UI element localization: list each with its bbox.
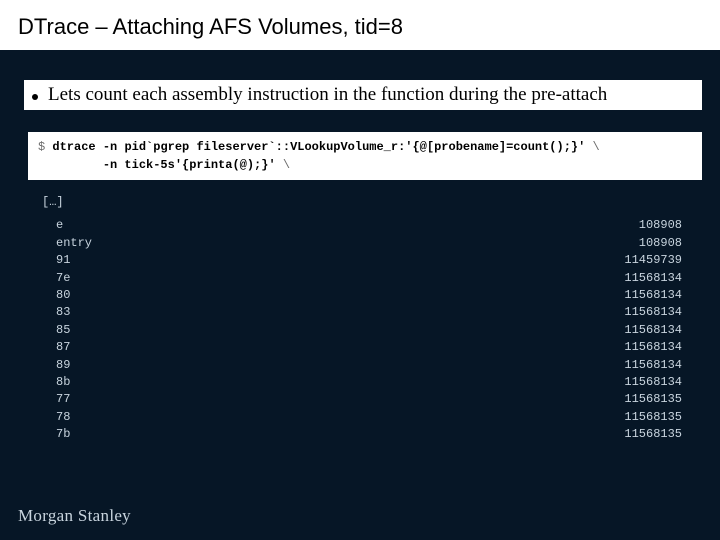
cmd-flag-2: -n xyxy=(103,158,117,172)
output-probename: 89 xyxy=(42,357,70,374)
output-probename: 83 xyxy=(42,304,70,321)
output-row: 80 11568134 xyxy=(42,287,682,304)
command-block: $ dtrace -n pid`pgrep fileserver`::VLook… xyxy=(28,132,702,180)
output-probename: 77 xyxy=(42,391,70,408)
output-count: 11568134 xyxy=(624,270,682,287)
shell-prompt: $ xyxy=(38,138,52,156)
output-row: 91 11459739 xyxy=(42,252,682,269)
output-count: 11568135 xyxy=(624,391,682,408)
bullet-item: Lets count each assembly instruction in … xyxy=(24,80,702,110)
output-row: 89 11568134 xyxy=(42,357,682,374)
output-probename: 7e xyxy=(42,270,70,287)
output-count: 11568134 xyxy=(624,304,682,321)
slide-title: DTrace – Attaching AFS Volumes, tid=8 xyxy=(18,14,702,40)
output-probename: 80 xyxy=(42,287,70,304)
command-text-2: -n tick-5s'{printa(@);}' \ xyxy=(103,156,290,174)
output-probename: 7b xyxy=(42,426,70,443)
title-bar: DTrace – Attaching AFS Volumes, tid=8 xyxy=(0,0,720,50)
cmd-arg-1: pid`pgrep fileserver`::VLookupVolume_r:'… xyxy=(124,140,585,154)
output-count: 11568135 xyxy=(624,426,682,443)
output-count: 108908 xyxy=(639,235,682,252)
cmd-flag-1: -n xyxy=(103,140,117,154)
output-row: 7e 11568134 xyxy=(42,270,682,287)
output-count: 11568134 xyxy=(624,322,682,339)
output-row: 85 11568134 xyxy=(42,322,682,339)
output-rows: e108908entry10890891114597397e1156813480… xyxy=(42,217,682,443)
output-probename: 8b xyxy=(42,374,70,391)
logo-second: Stanley xyxy=(78,506,131,525)
footer-logo: Morgan Stanley xyxy=(18,506,131,526)
output-count: 108908 xyxy=(639,217,682,234)
output-row: 77 11568135 xyxy=(42,391,682,408)
output-row: 78 11568135 xyxy=(42,409,682,426)
output-block: […] e 108908 entry 108908 91 11459739 7e 115681… xyxy=(28,194,702,443)
indent xyxy=(38,156,103,174)
output-probename: 78 xyxy=(42,409,70,426)
command-line-2: -n tick-5s'{printa(@);}' \ xyxy=(38,156,692,174)
output-probename: e xyxy=(42,217,63,234)
output-ellipsis: […] xyxy=(42,194,682,211)
output-count: 11568134 xyxy=(624,374,682,391)
command-text-1: dtrace -n pid`pgrep fileserver`::VLookup… xyxy=(52,138,599,156)
output-count: 11459739 xyxy=(624,252,682,269)
output-count: 11568134 xyxy=(624,287,682,304)
output-probename: entry xyxy=(42,235,92,252)
bullet-dot-icon xyxy=(32,94,38,100)
slide: DTrace – Attaching AFS Volumes, tid=8 Le… xyxy=(0,0,720,540)
output-count: 11568134 xyxy=(624,357,682,374)
command-line-1: $ dtrace -n pid`pgrep fileserver`::VLook… xyxy=(38,138,692,156)
output-row: 83 11568134 xyxy=(42,304,682,321)
output-probename: 91 xyxy=(42,252,70,269)
output-row: 7b 11568135 xyxy=(42,426,682,443)
output-row: 87 11568134 xyxy=(42,339,682,356)
output-probename: 87 xyxy=(42,339,70,356)
bullet-text: Lets count each assembly instruction in … xyxy=(48,84,607,106)
cmd-arg-2: tick-5s'{printa(@);}' xyxy=(124,158,275,172)
slide-body: Lets count each assembly instruction in … xyxy=(0,50,720,443)
output-row: entry 108908 xyxy=(42,235,682,252)
output-row: e 108908 xyxy=(42,217,682,234)
output-count: 11568134 xyxy=(624,339,682,356)
output-row: 8b 11568134 xyxy=(42,374,682,391)
logo-first: Morgan xyxy=(18,506,73,525)
output-count: 11568135 xyxy=(624,409,682,426)
cmd-dtrace: dtrace xyxy=(52,140,95,154)
output-probename: 85 xyxy=(42,322,70,339)
